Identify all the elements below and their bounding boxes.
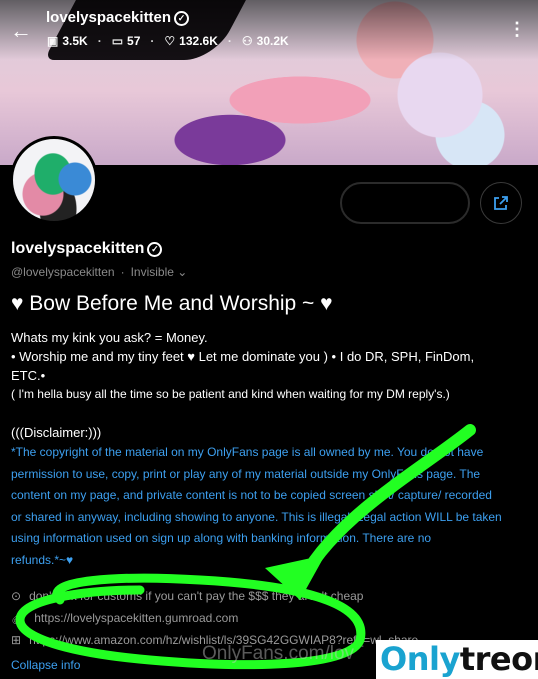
bio-blank-line: ​ <box>11 404 531 423</box>
location-pin-icon: ⊙ <box>11 589 22 603</box>
redacted-button[interactable] <box>340 182 470 224</box>
image-icon: ▣ <box>47 34 59 48</box>
gumroad-link[interactable]: https://lovelyspacekitten.gumroad.com <box>34 611 238 625</box>
bio-line: ETC.• <box>11 368 46 383</box>
chevron-down-icon: ⌄ <box>177 265 188 279</box>
heart-icon: ♡ <box>164 34 176 48</box>
stat-separator: · <box>150 34 155 48</box>
stat-videos[interactable]: ▭ 57 <box>112 34 141 48</box>
profile-display-name: lovelyspacekitten ✓ <box>11 240 163 258</box>
verified-check-icon: ✓ <box>147 242 163 257</box>
avatar[interactable] <box>10 136 98 224</box>
user-icon: ⚇ <box>241 34 253 48</box>
video-icon: ▭ <box>111 34 124 48</box>
header-username: lovelyspacekitten ✓ <box>46 9 190 26</box>
link-icon: 🔗︎ <box>11 611 27 625</box>
verified-check-icon: ✓ <box>174 11 190 26</box>
gift-icon: ⊞ <box>11 633 22 647</box>
back-button[interactable]: ← <box>8 18 34 44</box>
more-options-button[interactable]: ⋮ <box>508 18 526 40</box>
link-row[interactable]: 🔗︎ https://lovelyspacekitten.gumroad.com <box>11 611 238 625</box>
disclaimer-line: *The copyright of the material on my Onl… <box>11 445 484 459</box>
bio-line: • Worship me and my tiny feet ♥ Let me d… <box>11 349 475 364</box>
disclaimer-line: refunds.*~♥ <box>11 552 74 567</box>
bio-line: Whats my kink you ask? = Money. <box>11 330 208 345</box>
status-dropdown[interactable]: Invisible ⌄ <box>131 265 188 279</box>
collapse-info-link[interactable]: Collapse info <box>11 658 80 672</box>
location-row: ⊙ don't ask for customs if you can't pay… <box>11 589 364 603</box>
vertical-dots-icon: ⋮ <box>508 19 526 39</box>
disclaimer-line: content on my page, and private content … <box>11 488 492 502</box>
bio-line: ( I'm hella busy all the time so be pati… <box>11 387 450 401</box>
share-icon <box>494 196 508 210</box>
disclaimer-line: or shared in anyway, including showing t… <box>11 509 502 524</box>
stat-separator: · <box>97 34 102 48</box>
disclaimer-line: permission to use, copy, print or play a… <box>11 466 481 481</box>
disclaimer-title: (((Disclaimer:))) <box>11 425 102 440</box>
disclaimer-line: using information used on sign up along … <box>11 531 432 545</box>
arrow-left-icon: ← <box>10 18 32 43</box>
stat-likes: ♡ 132.6K <box>164 34 218 48</box>
stat-separator: · <box>227 34 232 48</box>
onlyfans-watermark: OnlyFans.com/lov <box>202 643 355 664</box>
handle-row: @lovelyspacekitten · Invisible ⌄ <box>11 265 187 279</box>
stat-photos[interactable]: ▣ 3.5K <box>47 34 88 48</box>
stat-fans: ⚇ 30.2K <box>241 34 289 48</box>
bio-text: Whats my kink you ask? = Money. • Worshi… <box>11 328 531 571</box>
bio-headline: ♥ Bow Before Me and Worship ~ ♥ <box>11 292 333 315</box>
profile-stats: ▣ 3.5K · ▭ 57 · ♡ 132.6K · ⚇ 30.2K <box>47 34 289 48</box>
site-watermark-logo: Onlytreon <box>376 640 538 679</box>
dot-separator: · <box>120 265 125 279</box>
profile-handle: @lovelyspacekitten <box>11 265 115 279</box>
share-button[interactable] <box>480 182 522 224</box>
